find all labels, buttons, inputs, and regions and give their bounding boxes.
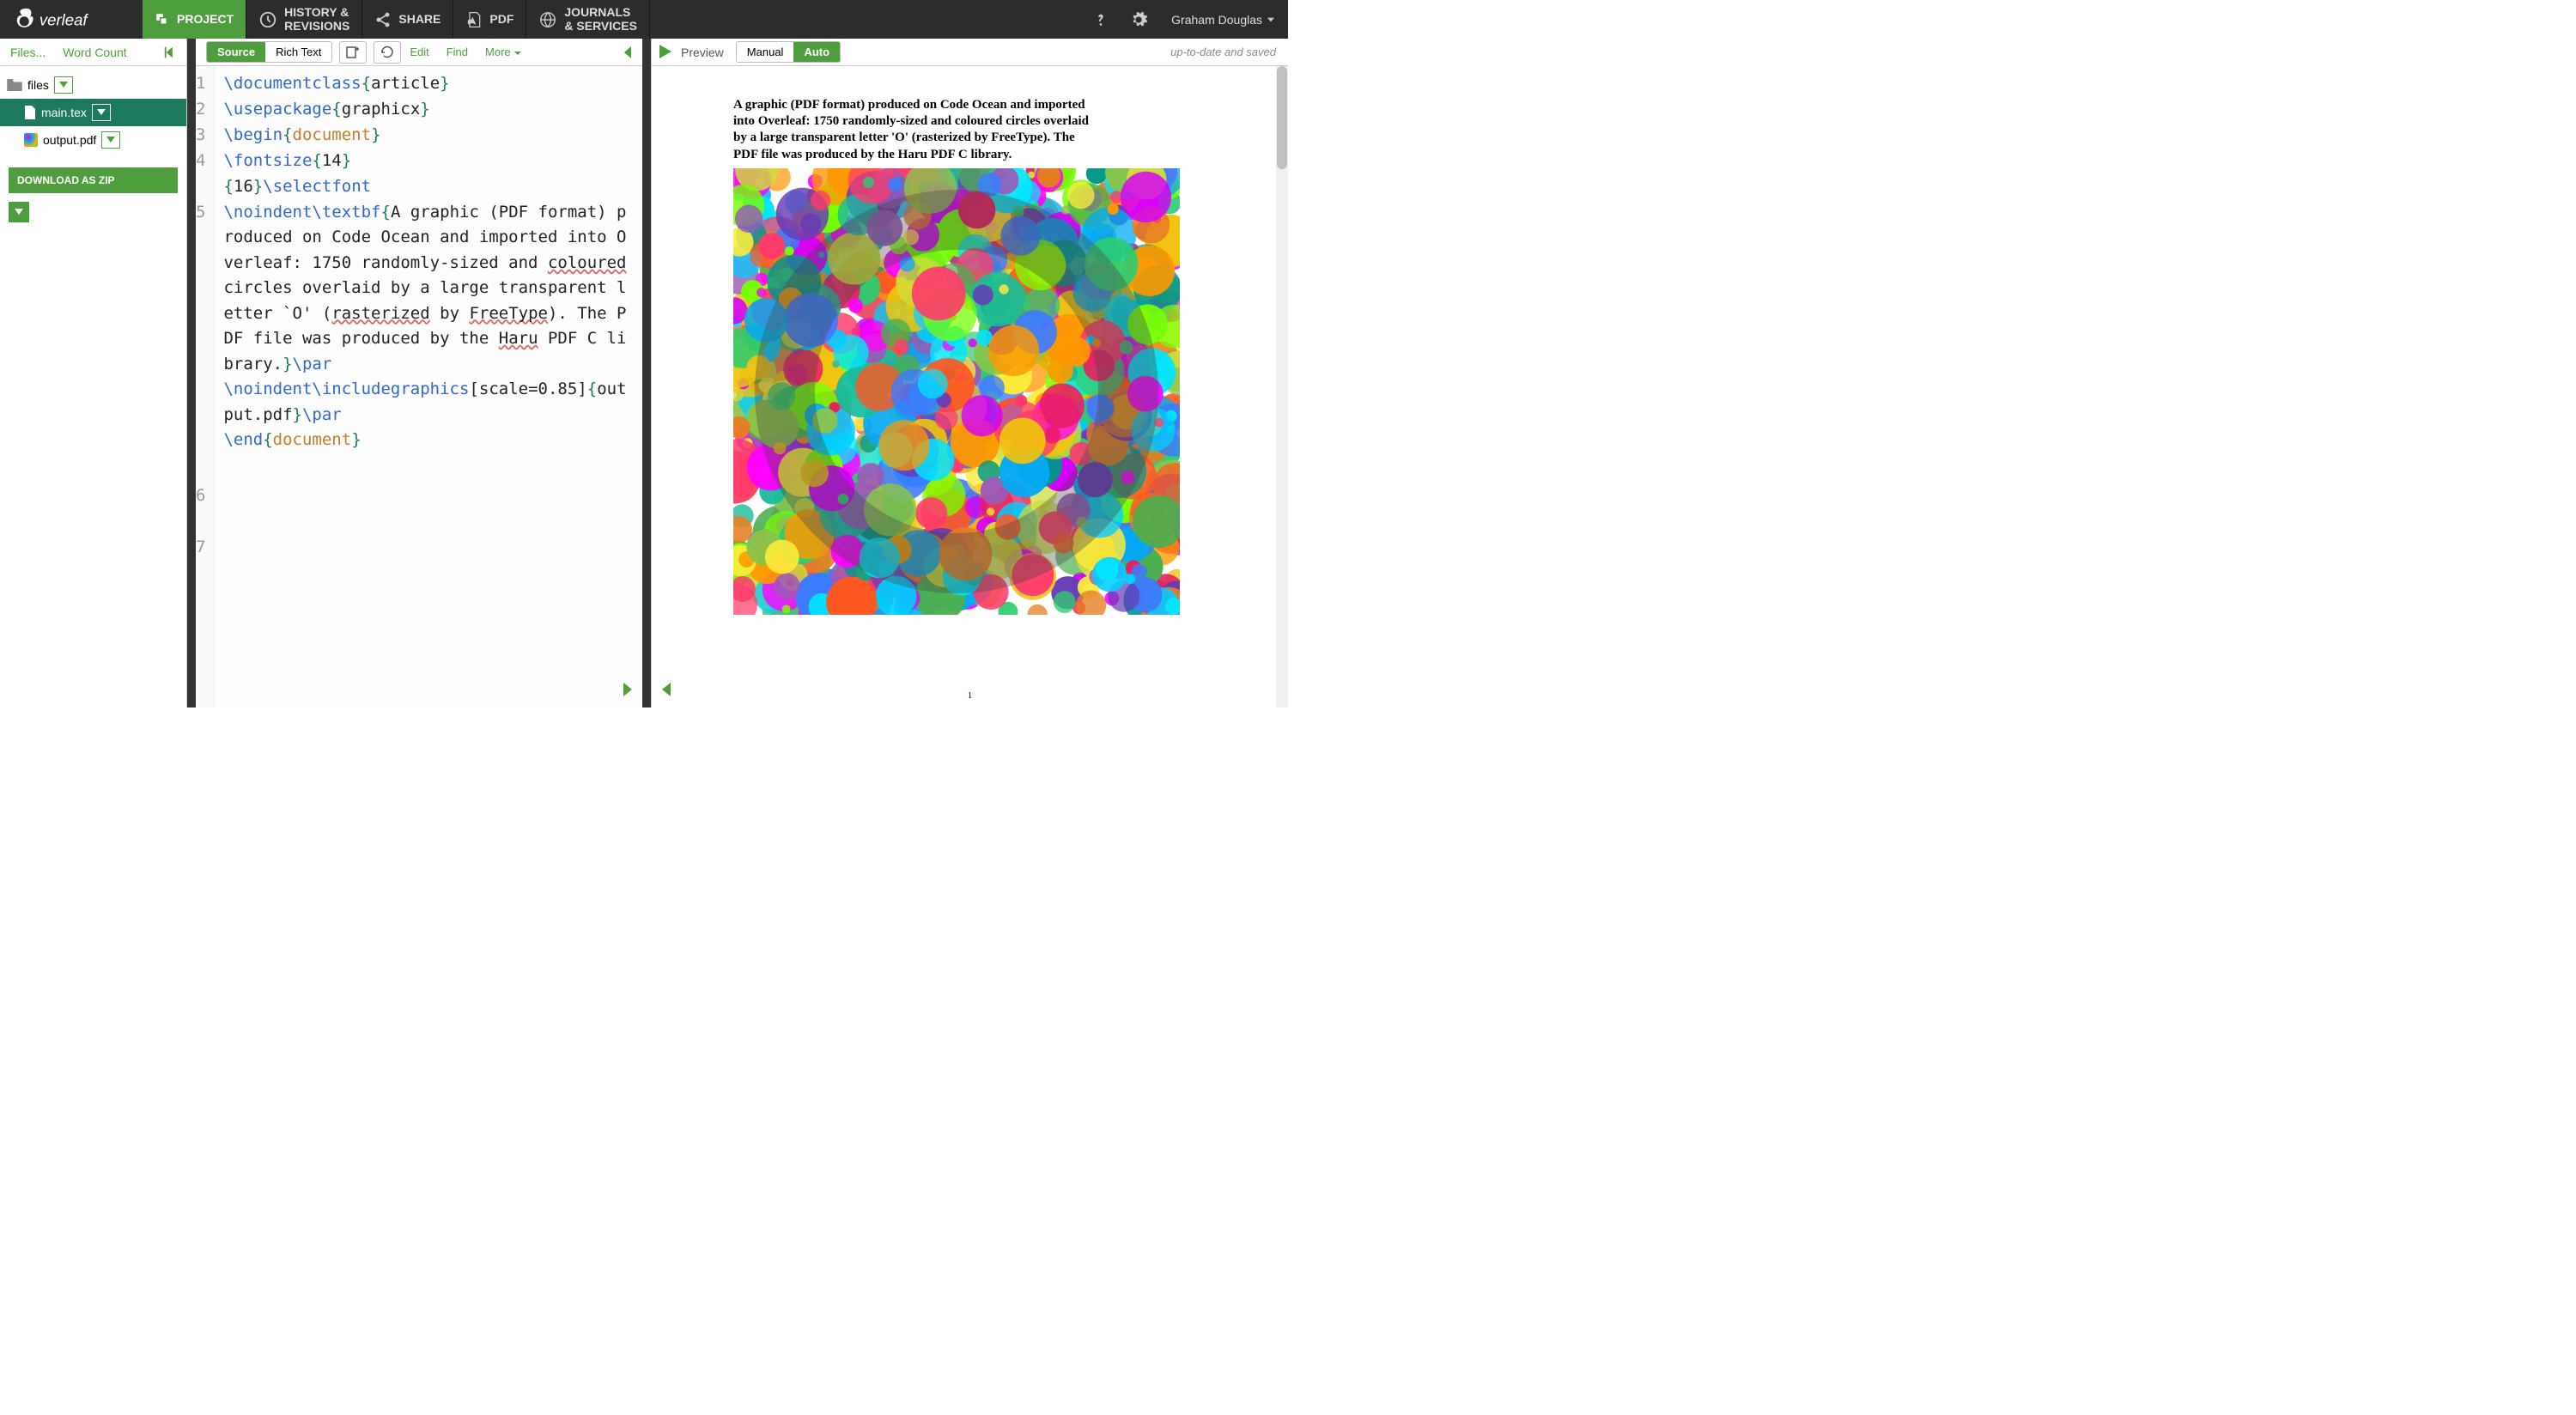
save-status: up-to-date and saved <box>1170 46 1283 58</box>
gutter-left[interactable] <box>187 39 196 708</box>
auto-tab[interactable]: Auto <box>793 42 840 62</box>
preview-link[interactable]: Preview <box>681 46 724 59</box>
line-numbers: 1234567 <box>196 66 215 708</box>
edit-link[interactable]: Edit <box>401 46 437 58</box>
collapse-left-icon[interactable] <box>159 40 183 64</box>
collapse-editor-icon[interactable] <box>618 42 639 63</box>
file-main-tex[interactable]: main.tex <box>0 99 186 126</box>
preview-play-icon[interactable] <box>657 43 676 62</box>
folder-dropdown-icon[interactable] <box>54 76 73 94</box>
richtext-tab[interactable]: Rich Text <box>265 42 331 62</box>
preview-scrollbar[interactable] <box>1276 66 1288 708</box>
overleaf-logo[interactable]: verleaf <box>0 0 143 39</box>
pdf-thumb-icon <box>24 133 38 147</box>
file-dropdown-icon[interactable] <box>101 131 120 149</box>
svg-text:verleaf: verleaf <box>39 10 89 28</box>
file-icon <box>24 106 36 119</box>
pdf-button[interactable]: PDF <box>453 0 526 39</box>
topbar: verleaf PROJECT HISTORY &REVISIONS SHARE… <box>0 0 1288 39</box>
folder-files[interactable]: files <box>0 71 186 99</box>
add-file-icon[interactable] <box>339 41 367 64</box>
journals-button[interactable]: JOURNALS& SERVICES <box>526 0 650 39</box>
user-menu[interactable]: Graham Douglas <box>1157 13 1288 27</box>
editor-panel: Source Rich Text Edit Find More 1234567 … <box>196 39 642 708</box>
preview-panel: Preview Manual Auto up-to-date and saved… <box>651 39 1288 708</box>
project-button[interactable]: PROJECT <box>143 0 246 39</box>
folder-icon <box>7 79 22 91</box>
expand-preview-icon[interactable] <box>657 681 674 702</box>
source-tab[interactable]: Source <box>207 42 265 62</box>
gutter-right[interactable] <box>642 39 651 708</box>
history-undo-icon[interactable] <box>374 41 401 64</box>
file-dropdown-icon[interactable] <box>92 104 111 121</box>
wordcount-link[interactable]: Word Count <box>56 42 133 63</box>
find-link[interactable]: Find <box>438 46 477 58</box>
expand-editor-icon[interactable] <box>620 681 637 702</box>
history-button[interactable]: HISTORY &REVISIONS <box>246 0 362 39</box>
files-link[interactable]: Files... <box>3 42 52 63</box>
file-panel: Files... Word Count files main.tex outpu… <box>0 39 187 708</box>
file-output-pdf[interactable]: output.pdf <box>0 126 186 154</box>
page-number: 1 <box>968 690 973 701</box>
pdf-paragraph: A graphic (PDF format) produced on Code … <box>733 97 1094 163</box>
download-zip-dropdown[interactable] <box>9 202 29 222</box>
more-link[interactable]: More <box>477 46 530 58</box>
download-zip-button[interactable]: DOWNLOAD AS ZIP <box>9 167 178 193</box>
share-button[interactable]: SHARE <box>362 0 453 39</box>
pdf-graphic <box>733 168 1180 615</box>
manual-tab[interactable]: Manual <box>737 42 794 62</box>
code-editor[interactable]: 1234567 \documentclass{article} \usepack… <box>196 66 642 708</box>
pdf-viewer[interactable]: A graphic (PDF format) produced on Code … <box>652 66 1288 708</box>
settings-icon[interactable] <box>1120 0 1157 39</box>
help-icon[interactable] <box>1082 0 1120 39</box>
